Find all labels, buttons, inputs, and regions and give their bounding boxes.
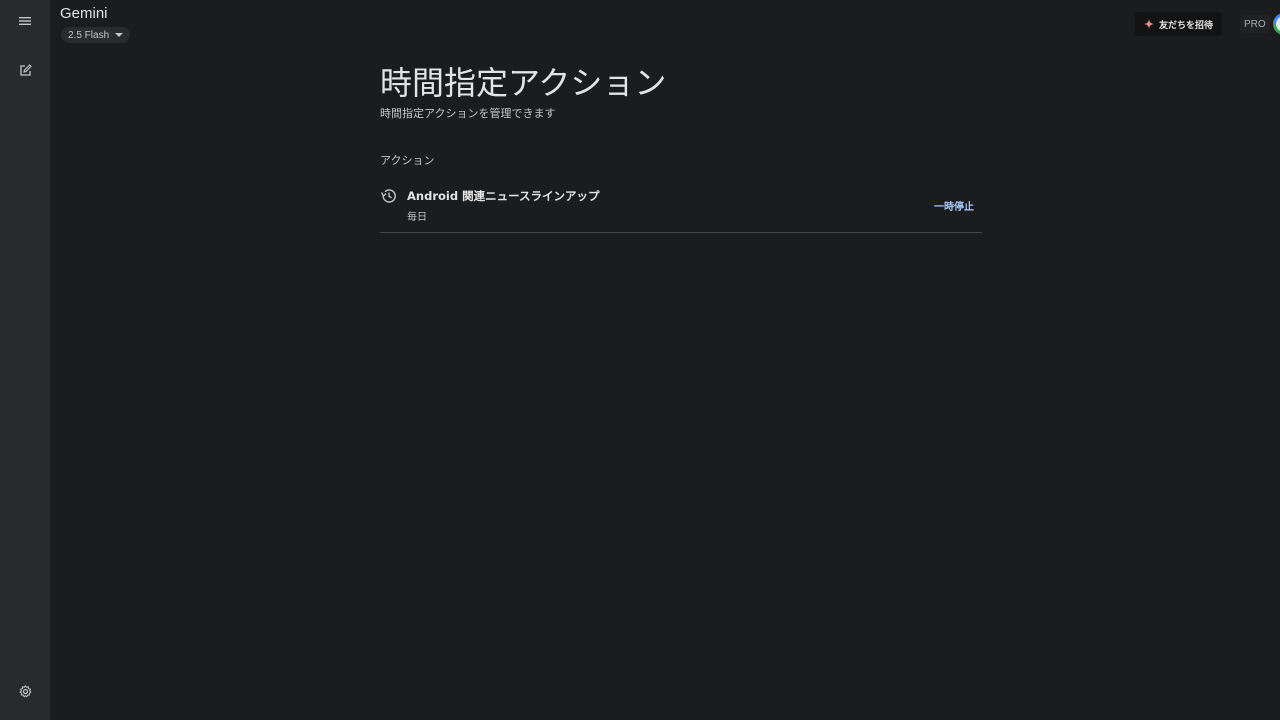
menu-button[interactable] (13, 9, 37, 33)
sparkle-icon (1143, 19, 1154, 29)
model-selector[interactable]: 2.5 Flash (61, 27, 131, 43)
page-title: 時間指定アクション (380, 64, 667, 102)
settings-button[interactable] (13, 679, 37, 703)
page-subtitle: 時間指定アクションを管理できます (380, 107, 556, 120)
gear-icon (18, 684, 32, 697)
history-icon (381, 189, 396, 203)
menu-icon (19, 17, 31, 25)
app-root: Gemini 2.5 Flash 友だちを招待 PRO 時間指定アクション 時間… (0, 0, 1280, 720)
section-heading: アクション (380, 154, 435, 167)
avatar[interactable] (1273, 13, 1280, 35)
invite-friends-button[interactable]: 友だちを招待 (1135, 12, 1222, 36)
new-chat-button[interactable] (13, 58, 37, 82)
action-title: Android 関連ニュースラインアップ (407, 189, 600, 203)
action-schedule: 毎日 (407, 212, 427, 223)
scheduled-action-row[interactable]: Android 関連ニュースラインアップ 毎日 一時停止 (380, 182, 982, 233)
invite-friends-label: 友だちを招待 (1158, 20, 1213, 31)
side-rail (0, 0, 50, 720)
chevron-down-icon (115, 33, 124, 37)
plan-badge: PRO (1240, 15, 1270, 33)
pause-button[interactable]: 一時停止 (928, 196, 980, 214)
edit-icon (19, 63, 32, 76)
app-brand: Gemini (60, 5, 108, 22)
model-label: 2.5 Flash (68, 29, 110, 41)
